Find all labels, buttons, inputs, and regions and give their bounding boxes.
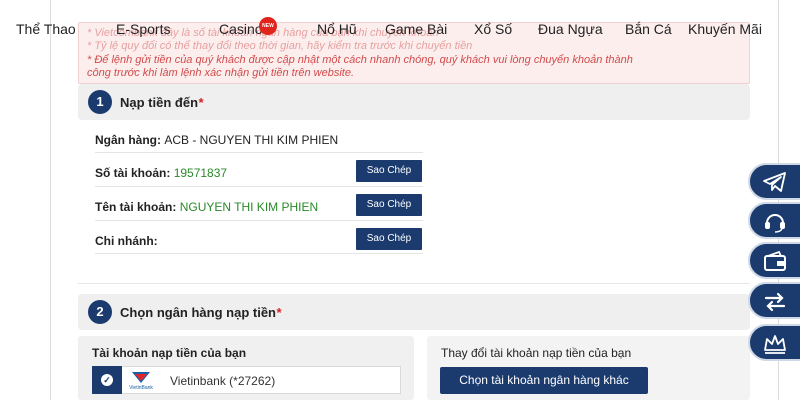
- bank-value: ACB - NGUYEN THI KIM PHIEN: [164, 133, 339, 147]
- branch-label: Chi nhánh:: [95, 234, 158, 248]
- your-account-title: Tài khoản nạp tiền của bạn: [92, 346, 247, 360]
- telegram-button[interactable]: [748, 163, 800, 200]
- transfer-icon: [764, 292, 786, 312]
- section-choose-bank-header: 2 Chọn ngân hàng nạp tiền*: [78, 294, 750, 330]
- nav-item-dua-ngua[interactable]: Đua Ngựa: [538, 21, 603, 37]
- transfer-button[interactable]: [748, 282, 800, 319]
- section-choose-bank-title: Chọn ngân hàng nạp tiền*: [120, 305, 281, 320]
- row-divider: [95, 186, 423, 187]
- nav-item-no-hu[interactable]: Nổ Hũ: [317, 21, 357, 37]
- top-navigation: Thể Thao E-Sports Casino NEW Nổ Hũ Game …: [0, 0, 800, 56]
- account-name-row: Tên tài khoản: NGUYEN THI KIM PHIEN: [95, 200, 318, 214]
- vietinbank-logo-text: VietinBank: [129, 385, 153, 391]
- nav-item-ban-ca[interactable]: Bắn Cá: [625, 21, 672, 37]
- vip-button[interactable]: [748, 324, 800, 361]
- nav-item-casino[interactable]: Casino: [219, 21, 263, 37]
- support-button[interactable]: [748, 202, 800, 239]
- check-icon: ✓: [101, 374, 113, 386]
- account-name-label: Tên tài khoản:: [95, 200, 177, 214]
- selected-check: ✓: [92, 366, 122, 394]
- section-2-title-text: Chọn ngân hàng nạp tiền: [120, 305, 276, 320]
- account-number-value: 19571837: [173, 166, 228, 180]
- nav-item-khuyen-mai[interactable]: Khuyến Mãi: [688, 21, 762, 37]
- telegram-icon: [763, 172, 786, 192]
- section-1-title-text: Nạp tiền đến: [120, 95, 199, 110]
- copy-account-name-button[interactable]: Sao Chép: [356, 194, 422, 216]
- headset-icon: [765, 214, 785, 233]
- copy-branch-button[interactable]: Sao Chép: [356, 228, 422, 250]
- section-deposit-to-header: 1 Nạp tiền đến*: [78, 84, 750, 120]
- branch-row: Chi nhánh:: [95, 234, 158, 248]
- account-number-label: Số tài khoản:: [95, 166, 171, 180]
- account-number-row: Số tài khoản: 19571837: [95, 166, 227, 180]
- nav-item-esports[interactable]: E-Sports: [116, 21, 170, 37]
- wallet-button[interactable]: [748, 242, 800, 279]
- wallet-icon: [764, 250, 786, 271]
- step-number-2: 2: [88, 300, 112, 324]
- nav-item-xo-so[interactable]: Xổ Số: [474, 21, 512, 37]
- choose-other-bank-button[interactable]: Chọn tài khoản ngân hàng khác: [440, 367, 648, 394]
- section-divider: [78, 283, 750, 284]
- nav-item-the-thao[interactable]: Thể Thao: [16, 21, 76, 37]
- change-account-title: Thay đổi tài khoản nạp tiền của bạn: [441, 346, 632, 360]
- bank-label: Ngân hàng:: [95, 133, 161, 147]
- row-divider: [95, 152, 423, 153]
- selected-bank-name: Vietinbank (*27262): [170, 374, 276, 388]
- vietinbank-logo: VietinBank: [126, 369, 156, 391]
- step-number-1: 1: [88, 90, 112, 114]
- content-left-border: [50, 0, 51, 400]
- copy-account-number-button[interactable]: Sao Chép: [356, 160, 422, 182]
- row-divider: [95, 220, 423, 221]
- required-mark: *: [276, 305, 282, 320]
- new-badge: NEW: [259, 17, 277, 35]
- required-mark: *: [198, 95, 204, 110]
- section-deposit-to-title: Nạp tiền đến*: [120, 95, 203, 110]
- bank-row: Ngân hàng: ACB - NGUYEN THI KIM PHIEN: [95, 133, 338, 147]
- row-divider: [95, 253, 423, 254]
- notice-line-4: công trước khi làm lệnh xác nhận gửi tiề…: [87, 67, 355, 79]
- nav-item-game-bai[interactable]: Game Bài: [385, 21, 447, 37]
- crown-icon: [764, 335, 786, 354]
- account-name-value: NGUYEN THI KIM PHIEN: [179, 200, 319, 214]
